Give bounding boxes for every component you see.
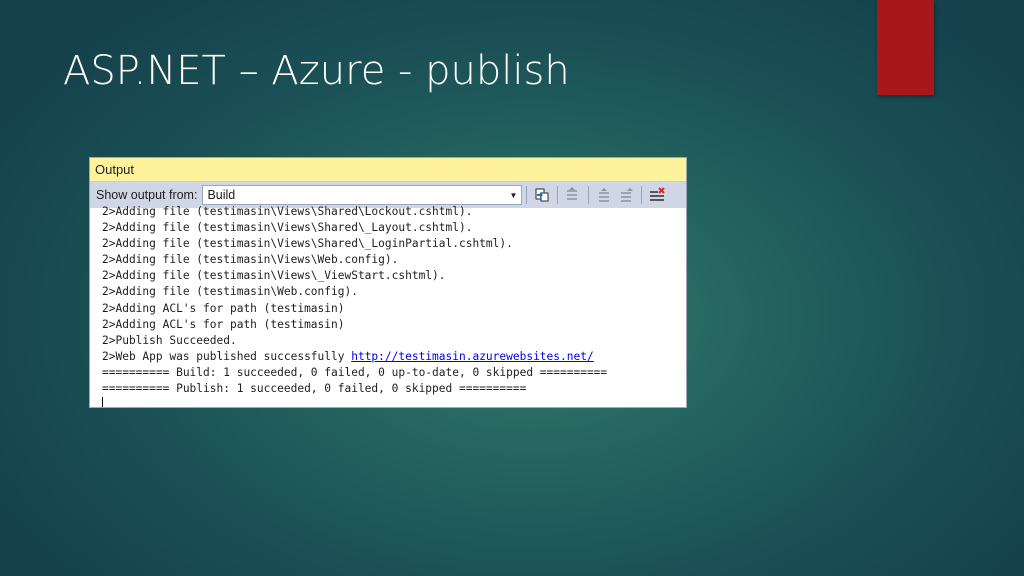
find-message-icon [621, 188, 634, 202]
previous-message-button[interactable] [563, 185, 583, 205]
next-message-button[interactable] [594, 185, 614, 205]
output-line: 2>Adding ACL's for path (testimasin) [102, 317, 345, 331]
text-cursor-line [102, 397, 686, 407]
clear-all-icon [650, 187, 666, 201]
output-line: 2>Adding file (testimasin\Views\Shared\_… [102, 237, 513, 251]
clear-all-button[interactable] [647, 185, 667, 205]
output-line: 2>Adding file (testimasin\Web.config). [102, 285, 358, 299]
output-window: Output Show output from: Build ▼ 2>Addin… [89, 157, 687, 408]
output-line-published: 2>Web App was published successfully htt… [102, 349, 686, 365]
output-panel-header[interactable]: Output [90, 158, 686, 182]
output-line: 2>Publish Succeeded. [102, 333, 237, 347]
output-line: 2>Adding file (testimasin\Views\Shared\L… [102, 205, 473, 218]
next-message-icon [599, 188, 610, 202]
output-line: 2>Adding file (testimasin\Views\Shared\_… [102, 221, 473, 235]
chevron-down-icon[interactable]: ▼ [510, 191, 518, 200]
published-url-link[interactable]: http://testimasin.azurewebsites.net/ [351, 350, 593, 363]
output-panel-title: Output [95, 162, 135, 177]
toolbar-separator [526, 186, 528, 204]
go-to-source-button[interactable] [532, 185, 552, 205]
build-summary-line: ========== Build: 1 succeeded, 0 failed,… [102, 365, 608, 379]
go-to-source-icon [535, 188, 549, 202]
published-message: 2>Web App was published successfully [102, 349, 352, 363]
text-cursor [102, 397, 103, 407]
toolbar-separator [557, 186, 559, 204]
find-message-button[interactable] [616, 185, 636, 205]
toolbar-separator [641, 186, 643, 204]
slide-title: ASP.NET – Azure - publish [63, 48, 570, 94]
output-line: 2>Adding file (testimasin\Views\Web.conf… [102, 253, 399, 267]
output-source-value: Build [207, 188, 236, 202]
output-line: 2>Adding file (testimasin\Views\_ViewSta… [102, 269, 446, 283]
show-output-label: Show output from: [96, 188, 198, 202]
output-text-area[interactable]: 2>Adding file (testimasin\Views\Shared\L… [90, 204, 686, 407]
previous-message-icon [567, 187, 578, 200]
output-line: 2>Adding ACL's for path (testimasin) [102, 301, 345, 315]
toolbar-separator [588, 186, 590, 204]
accent-bar [877, 0, 934, 95]
output-source-select[interactable]: Build ▼ [202, 185, 523, 205]
publish-summary-line: ========== Publish: 1 succeeded, 0 faile… [102, 382, 527, 396]
